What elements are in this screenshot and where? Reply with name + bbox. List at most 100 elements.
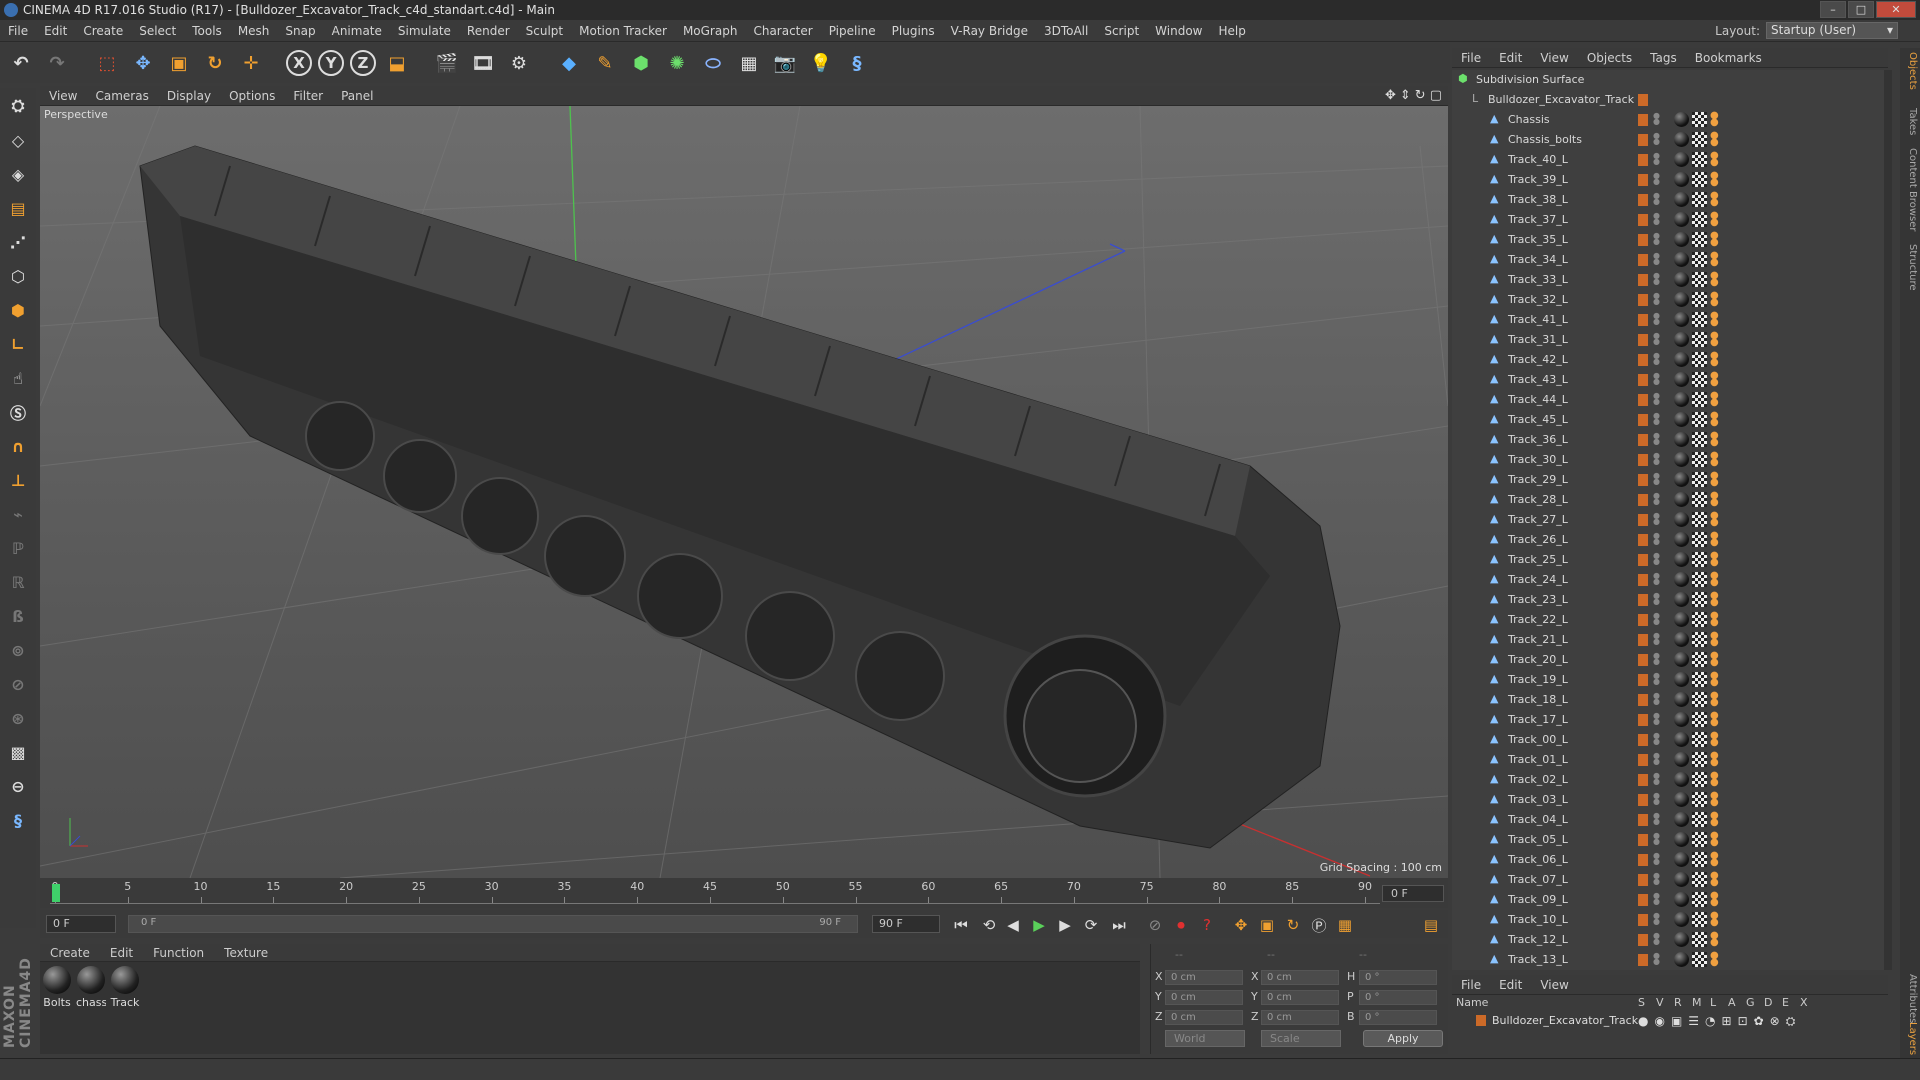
- object-row[interactable]: ▲ Track_25_L ● ● ● ●: [1452, 550, 1888, 570]
- visibility-dots-icon[interactable]: ● ●: [1653, 952, 1660, 967]
- layer-color-swatch[interactable]: [1638, 874, 1648, 886]
- selection-tag-icon[interactable]: ● ●: [1710, 331, 1720, 348]
- material-tag-icon[interactable]: [1674, 832, 1689, 847]
- frame-range-slider[interactable]: 0 F 90 F: [128, 915, 858, 933]
- texture-tag-icon[interactable]: [1692, 672, 1707, 687]
- layer-color-swatch[interactable]: [1638, 354, 1648, 366]
- layer-color-swatch[interactable]: [1638, 194, 1648, 206]
- material-tag-icon[interactable]: [1674, 432, 1689, 447]
- playhead[interactable]: [52, 884, 60, 902]
- object-row[interactable]: ▲ Track_32_L ● ● ● ●: [1452, 290, 1888, 310]
- key-scale-icon[interactable]: ▣: [1256, 914, 1278, 936]
- texture-tag-icon[interactable]: [1692, 512, 1707, 527]
- selection-tag-icon[interactable]: ● ●: [1710, 551, 1720, 568]
- material-tag-icon[interactable]: [1674, 952, 1689, 967]
- object-row[interactable]: ▲ Track_26_L ● ● ● ●: [1452, 530, 1888, 550]
- workplane-icon[interactable]: ▤: [4, 194, 32, 222]
- selection-tag-icon[interactable]: ● ●: [1710, 591, 1720, 608]
- layer-color-swatch[interactable]: [1638, 554, 1648, 566]
- visibility-dots-icon[interactable]: ● ●: [1653, 772, 1660, 787]
- close-button[interactable]: ✕: [1876, 1, 1916, 18]
- texture-tag-icon[interactable]: [1692, 632, 1707, 647]
- layer-column-r[interactable]: R: [1674, 996, 1682, 1009]
- visibility-dots-icon[interactable]: ● ●: [1653, 752, 1660, 767]
- object-row[interactable]: ▲ Track_34_L ● ● ● ●: [1452, 250, 1888, 270]
- visibility-dots-icon[interactable]: ● ●: [1653, 912, 1660, 927]
- material-tag-icon[interactable]: [1674, 332, 1689, 347]
- visibility-dots-icon[interactable]: ● ●: [1653, 372, 1660, 387]
- material-menu-function[interactable]: Function: [143, 946, 214, 960]
- visibility-dots-icon[interactable]: ● ●: [1653, 452, 1660, 467]
- material-tag-icon[interactable]: [1674, 272, 1689, 287]
- texture-tag-icon[interactable]: [1692, 332, 1707, 347]
- object-row[interactable]: ▲ Track_18_L ● ● ● ●: [1452, 690, 1888, 710]
- texture-tag-icon[interactable]: [1692, 652, 1707, 667]
- menu-select[interactable]: Select: [131, 24, 184, 38]
- menu-motion-tracker[interactable]: Motion Tracker: [571, 24, 675, 38]
- smooth-icon[interactable]: ß: [4, 602, 32, 630]
- texture-tag-icon[interactable]: [1692, 152, 1707, 167]
- material-menu-texture[interactable]: Texture: [214, 946, 278, 960]
- visibility-dots-icon[interactable]: ● ●: [1653, 472, 1660, 487]
- camera-icon[interactable]: 📷: [770, 48, 800, 78]
- selection-tag-icon[interactable]: ● ●: [1710, 851, 1720, 868]
- rotation-h-field[interactable]: 0 °: [1359, 970, 1437, 985]
- layer-color-swatch[interactable]: [1638, 674, 1648, 686]
- selection-tag-icon[interactable]: ● ●: [1710, 231, 1720, 248]
- material-tag-icon[interactable]: [1674, 612, 1689, 627]
- visibility-dots-icon[interactable]: ● ●: [1653, 192, 1660, 207]
- object-row[interactable]: ▲ Track_17_L ● ● ● ●: [1452, 710, 1888, 730]
- object-menu-tags[interactable]: Tags: [1641, 51, 1686, 65]
- tab-layers[interactable]: Layers: [1902, 1022, 1918, 1055]
- object-row[interactable]: ▲ Track_07_L ● ● ● ●: [1452, 870, 1888, 890]
- key-parameter-icon[interactable]: Ⓟ: [1308, 914, 1330, 936]
- previous-key-icon[interactable]: ⟲: [978, 914, 1000, 936]
- layer-color-swatch[interactable]: [1638, 914, 1648, 926]
- object-row[interactable]: ▲ Track_30_L ● ● ● ●: [1452, 450, 1888, 470]
- scale-tool-icon[interactable]: ▣: [164, 48, 194, 78]
- snap-icon[interactable]: Ⓢ: [4, 398, 32, 426]
- rotate-tool-icon[interactable]: ↻: [200, 48, 230, 78]
- subdivision-surface-icon[interactable]: ⬢: [626, 48, 656, 78]
- object-row[interactable]: ▲ Track_22_L ● ● ● ●: [1452, 610, 1888, 630]
- autokey-icon[interactable]: ?: [1196, 914, 1218, 936]
- selection-tag-icon[interactable]: ● ●: [1710, 311, 1720, 328]
- z-axis-lock-icon[interactable]: Z: [350, 50, 376, 76]
- brush-icon[interactable]: ⌁: [4, 500, 32, 528]
- material-tag-icon[interactable]: [1674, 592, 1689, 607]
- undo-icon[interactable]: ↶: [6, 48, 36, 78]
- layer-menu-view[interactable]: View: [1531, 978, 1577, 992]
- layer-color-swatch[interactable]: [1638, 934, 1648, 946]
- polygons-mode-icon[interactable]: ⬢: [4, 296, 32, 324]
- texture-tag-icon[interactable]: [1692, 292, 1707, 307]
- checker-lock-icon[interactable]: ▩: [4, 738, 32, 766]
- layer-color-swatch[interactable]: [1638, 854, 1648, 866]
- tab-content-browser[interactable]: Content Browser: [1902, 148, 1918, 231]
- go-to-start-icon[interactable]: ⏮: [950, 914, 972, 936]
- material-tag-icon[interactable]: [1674, 872, 1689, 887]
- layout-dropdown[interactable]: Startup (User): [1766, 22, 1898, 39]
- 3d-viewport[interactable]: Perspective Grid Spacing : 100 cm: [40, 106, 1448, 878]
- layer-color-swatch[interactable]: [1638, 814, 1648, 826]
- object-row-root[interactable]: ⬢ Subdivision Surface: [1452, 70, 1888, 90]
- material-tag-icon[interactable]: [1674, 152, 1689, 167]
- object-list-scrollbar[interactable]: [1884, 70, 1892, 970]
- menu-pipeline[interactable]: Pipeline: [821, 24, 884, 38]
- menu-file[interactable]: File: [0, 24, 36, 38]
- visibility-dots-icon[interactable]: ● ●: [1653, 272, 1660, 287]
- texture-tag-icon[interactable]: [1692, 832, 1707, 847]
- size-x-field[interactable]: 0 cm: [1261, 970, 1339, 985]
- layer-color-swatch[interactable]: [1638, 714, 1648, 726]
- object-row[interactable]: ▲ Track_36_L ● ● ● ●: [1452, 430, 1888, 450]
- selection-tag-icon[interactable]: ● ●: [1710, 291, 1720, 308]
- rotation-b-field[interactable]: 0 °: [1359, 1010, 1437, 1025]
- selection-tag-icon[interactable]: ● ●: [1710, 491, 1720, 508]
- object-row[interactable]: ▲ Track_35_L ● ● ● ●: [1452, 230, 1888, 250]
- material-tag-icon[interactable]: [1674, 812, 1689, 827]
- object-row[interactable]: ▲ Track_24_L ● ● ● ●: [1452, 570, 1888, 590]
- selection-tag-icon[interactable]: ● ●: [1710, 451, 1720, 468]
- visibility-dots-icon[interactable]: ● ●: [1653, 632, 1660, 647]
- y-axis-lock-icon[interactable]: Y: [318, 50, 344, 76]
- layer-color-swatch[interactable]: [1638, 734, 1648, 746]
- visibility-dots-icon[interactable]: ● ●: [1653, 492, 1660, 507]
